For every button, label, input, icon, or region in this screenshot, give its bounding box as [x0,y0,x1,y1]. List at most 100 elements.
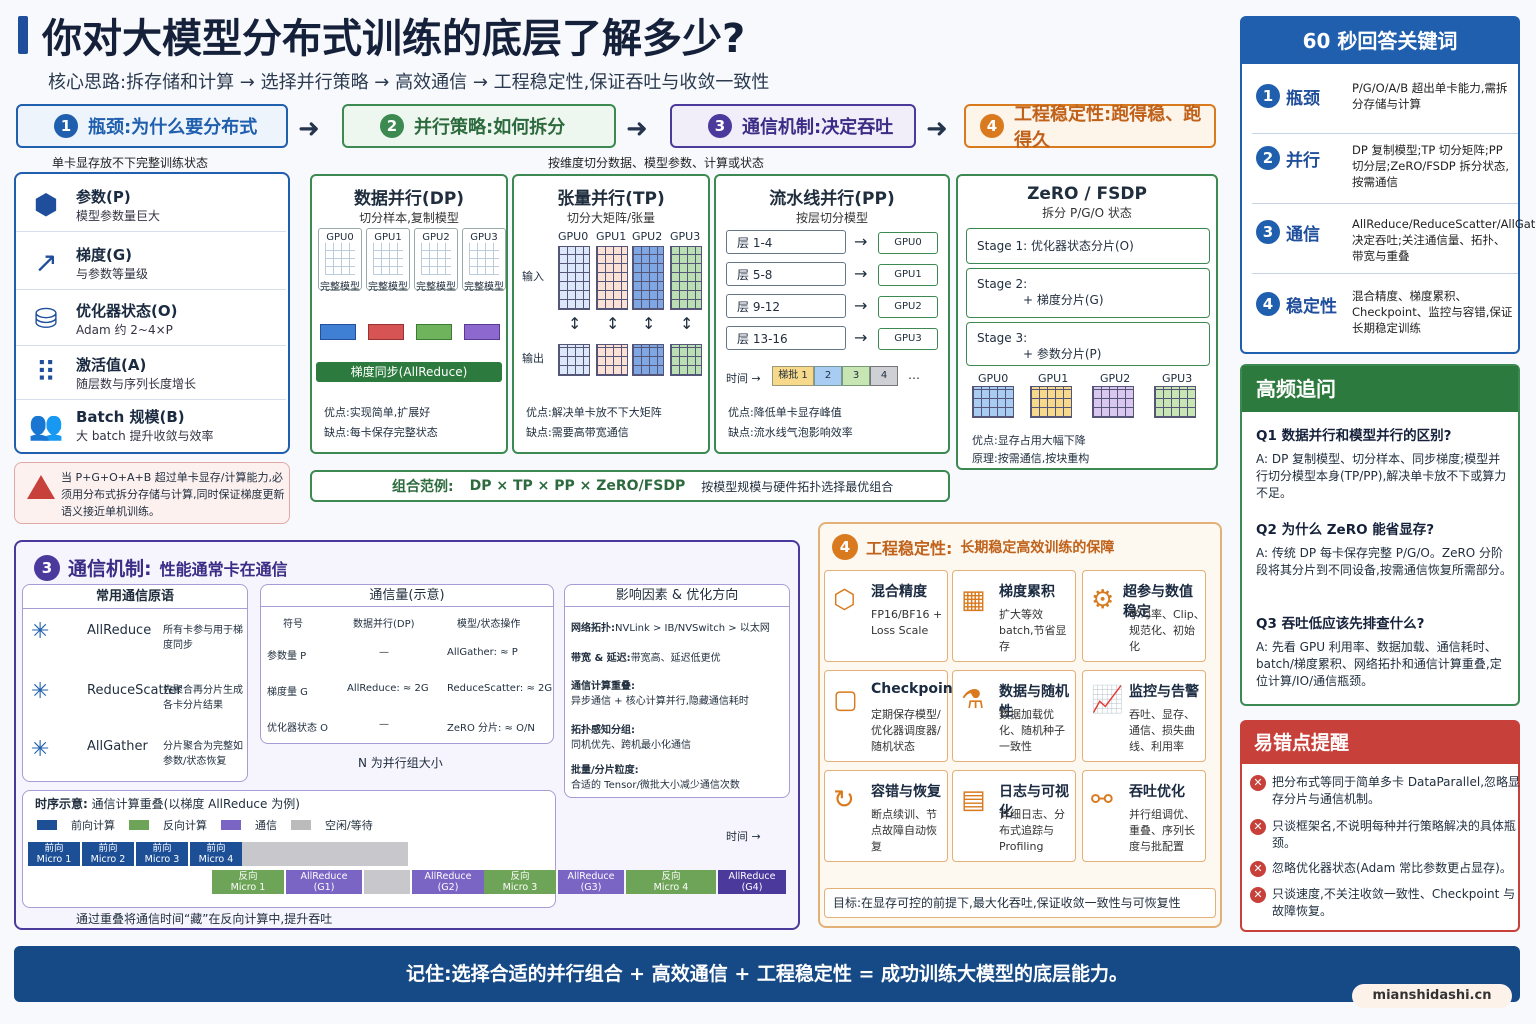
comm-header: 3 通信机制: 性能通常卡在通信 [34,554,288,581]
item-desc: Adam 约 2~4×P [76,322,173,337]
legend-label: 反向计算 [163,819,207,832]
gpu-label: GPU2 [632,230,663,243]
eng-title2: 长期稳定高效训练的保障 [960,540,1115,556]
dp-pros: 优点:实现简单,扩展好 [324,406,431,419]
stage-num: 2 [380,114,404,138]
comm-block: AllReduce (G2) [412,870,484,894]
model-icon [325,243,355,275]
faq-panel: 高频追问 Q1 数据并行和模型并行的区别? A: DP 复制模型、切分样本、同步梯… [1240,364,1520,706]
factor-title: 通信计算重叠: [571,681,635,692]
tp-subtitle: 切分大矩阵/张量 [566,211,656,225]
faq-question: Q1 数据并行和模型并行的区别? [1256,428,1452,444]
arrow-icon: ➜ [926,114,948,144]
factor-item: 网络拓扑:NVLink > IB/NVSwitch > 以太网 [571,619,770,634]
cell-title: 监控与告警 [1129,684,1199,700]
cell-desc: 数据加载优化、随机种子一致性 [999,708,1065,753]
factors-box: 影响因素 & 优化方向 网络拓扑:NVLink > IB/NVSwitch > … [564,584,790,798]
stage-2: 2 并行策略:如何拆分 [342,104,616,148]
factor-title: 拓扑感知分组: [571,725,635,736]
faq-answer: A: 传统 DP 每卡保存完整 P/G/O。ZeRO 分阶段将其分片到不同设备,… [1256,546,1512,577]
comm-block: AllReduce (G4) [718,870,786,894]
item-title: 梯度(G) [76,245,133,264]
item-title: Batch 规模(B) [76,408,185,426]
table-cell: — [379,647,389,658]
keyword-num: 3 [1256,220,1280,244]
comm-title: 通信机制: [68,558,152,580]
grid-icon: ▦ [961,585,986,615]
warning-icon [27,475,55,499]
item-desc: 与参数等量级 [76,266,149,281]
tp-pros: 优点:解决单卡放不下大矩阵 [526,406,662,419]
eng-header: 4 工程稳定性: 长期稳定高效训练的保障 [832,534,1114,560]
keyword-num: 1 [1256,84,1280,108]
grid-dots-icon: ⠿ [35,356,57,389]
faq-answer: A: DP 复制模型、切分样本、同步梯度;模型并行切分模型本身(TP/PP),解… [1256,452,1507,500]
cell-desc: 并行组调优、重叠、序列长度与批配置 [1129,808,1195,853]
title-text: 你对大模型分布式训练的底层了解多少? [42,16,746,62]
gpu-label: GPU0 [326,232,354,243]
stage-num: 4 [980,114,1004,138]
microbatch: 3 [842,366,870,386]
gpu-label: GPU3 [470,232,498,243]
factor-title: 网络拓扑: [571,623,615,634]
cell-desc: FP16/BF16 + Loss Scale [871,608,943,637]
keyword-item: 4 稳定性 混合精度、梯度累积、Checkpoint、监控与容错,保证长期稳定训练 [1252,282,1518,342]
error-icon: ✕ [1250,775,1266,791]
comm-title2: 性能通常卡在通信 [159,559,288,579]
cell-title: 吞吐优化 [1129,784,1185,800]
model-label: 完整模型 [320,282,360,293]
gpu-box: GPU0 [878,232,938,254]
pp-panel: 流水线并行(PP) 按层切分模型 层 1-4 层 5-8 层 9-12 层 13… [714,174,950,454]
error-icon: ✕ [1250,861,1266,877]
gpu-label: GPU3 [670,230,701,243]
network-icon: ✳ [31,737,50,762]
forward-block: 前向 Micro 3 [136,842,188,866]
item-desc: 随层数与序列长度增长 [76,376,197,391]
bottleneck-caption: 单卡显存放不下完整训练状态 [52,156,209,170]
mistake-text: 把分布式等同于简单多卡 DataParallel,忽略显存分片与通信机制。 [1272,775,1521,806]
legend-swatch [221,820,241,830]
comm-block: AllReduce (G3) [558,870,624,894]
timeline-sub: 通信计算重叠(以梯度 AllReduce 为例) [91,797,300,811]
footer-banner: 记住:选择合适的并行组合 + 高效通信 + 工程稳定性 = 成功训练大模型的底层… [14,946,1520,1002]
table-cell: ReduceScatter: ≈ 2G [447,683,553,694]
gpu-label: GPU2 [422,232,450,243]
gpu-label: GPU0 [558,230,589,243]
matrix-shard [558,246,590,310]
faq-item: Q1 数据并行和模型并行的区别? A: DP 复制模型、切分样本、同步梯度;模型并… [1256,428,1512,502]
table-cell: 参数量 P [267,651,307,662]
table-cell: ZeRO 分片: ≈ O/N [447,723,535,734]
item-desc: 大 batch 提升收敛与效率 [76,429,214,443]
item-title: 参数(P) [76,187,131,206]
gpu-label: GPU3 [1162,372,1193,385]
eng-cell: ⬡ 混合精度 FP16/BF16 + Loss Scale [824,570,948,662]
stage-label: 并行策略:如何拆分 [414,117,566,138]
gpu-box: GPU3 完整模型 [462,228,506,293]
factor-desc: 带宽高、延迟低更优 [630,653,721,664]
faq-title: 高频追问 [1242,366,1518,412]
keyword-item: 2 并行 DP 复制模型;TP 切分矩阵;PP 切分层;ZeRO/FSDP 拆分状态… [1252,136,1518,204]
flow-icon: ⚯ [1091,785,1113,815]
cell-title: 梯度累积 [999,584,1055,600]
gpu-box: GPU0 完整模型 [318,228,362,293]
timeline-title: 时序示意: [35,797,88,811]
data-shard [416,324,452,340]
factor-title: 批量/分片粒度: [571,765,639,776]
matrix-out [596,344,628,376]
data-shard [320,324,356,340]
prims-title: 常用通信原语 [23,585,247,609]
bottleneck-item: ⬢ 参数(P) 模型参数量巨大 [16,178,286,232]
stage-label: 工程稳定性:跑得稳、跑得久 [1014,104,1202,151]
table-cell: 梯度量 G [267,687,308,698]
matrix-out [670,344,702,376]
model-label: 完整模型 [368,282,408,293]
gpu-box: GPU2 [878,296,938,318]
model-label: 完整模型 [416,282,456,293]
model-icon [469,243,499,275]
gpu-label: GPU1 [374,232,402,243]
forward-block: 前向 Micro 1 [28,842,80,866]
matrix-shard [596,246,628,310]
mistake-item: ✕ 只谈框架名,不说明每种并行策略解决的具体瓶颈。 [1250,818,1520,852]
mistakes-panel: 易错点提醒 ✕ 把分布式等同于简单多卡 DataParallel,忽略显存分片与通… [1240,720,1520,932]
mistake-text: 只谈速度,不关注收敛一致性、Checkpoint 与故障恢复。 [1272,887,1516,918]
